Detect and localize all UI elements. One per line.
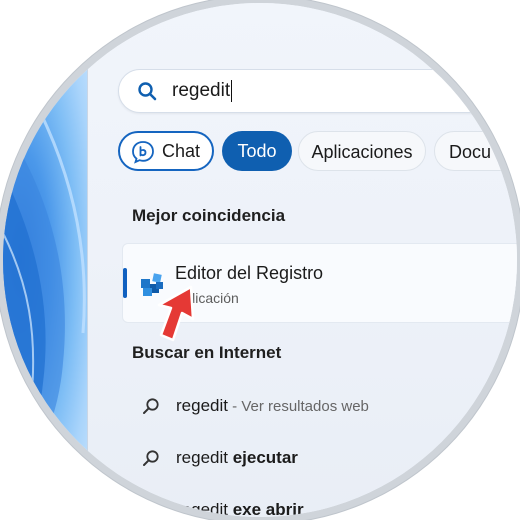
search-icon bbox=[143, 502, 159, 517]
filter-chat-button[interactable]: Chat bbox=[118, 131, 214, 171]
best-match-heading: Mejor coincidencia bbox=[132, 206, 286, 225]
filter-chat-label: Chat bbox=[162, 141, 201, 161]
search-icon bbox=[138, 82, 157, 101]
zoom-circle: regedit Chat Todo Aplicaciones Docu Mejo… bbox=[3, 3, 517, 517]
web-result-1-hint: - Ver resultados web bbox=[227, 398, 369, 415]
filter-docs-tab[interactable]: Docu bbox=[434, 131, 517, 171]
best-match-title: Editor del Registro bbox=[175, 263, 324, 283]
search-input[interactable]: regedit bbox=[118, 69, 517, 113]
red-arrow-pointer-icon bbox=[157, 285, 195, 342]
wallpaper-bloom-graphic bbox=[3, 62, 86, 503]
filter-todo-tab[interactable]: Todo bbox=[222, 131, 292, 171]
web-result-3-query: regedit bbox=[176, 500, 228, 517]
search-icon bbox=[143, 398, 159, 414]
web-result-3-suggestion: exe abrir bbox=[227, 500, 304, 517]
start-search-panel: regedit Chat Todo Aplicaciones Docu Mejo… bbox=[87, 3, 517, 517]
filter-apps-tab[interactable]: Aplicaciones bbox=[298, 131, 426, 171]
internet-heading: Buscar en Internet bbox=[132, 343, 282, 362]
web-result-2-suggestion: ejecutar bbox=[227, 448, 298, 467]
search-icon bbox=[143, 450, 159, 466]
selection-indicator bbox=[123, 268, 127, 298]
web-result-2-query: regedit bbox=[176, 448, 228, 467]
desktop-wallpaper bbox=[3, 3, 91, 517]
web-result-1-query: regedit bbox=[176, 396, 228, 415]
text-caret bbox=[231, 80, 233, 102]
copilot-chat-icon bbox=[132, 141, 154, 164]
search-query-text: regedit bbox=[172, 80, 233, 102]
